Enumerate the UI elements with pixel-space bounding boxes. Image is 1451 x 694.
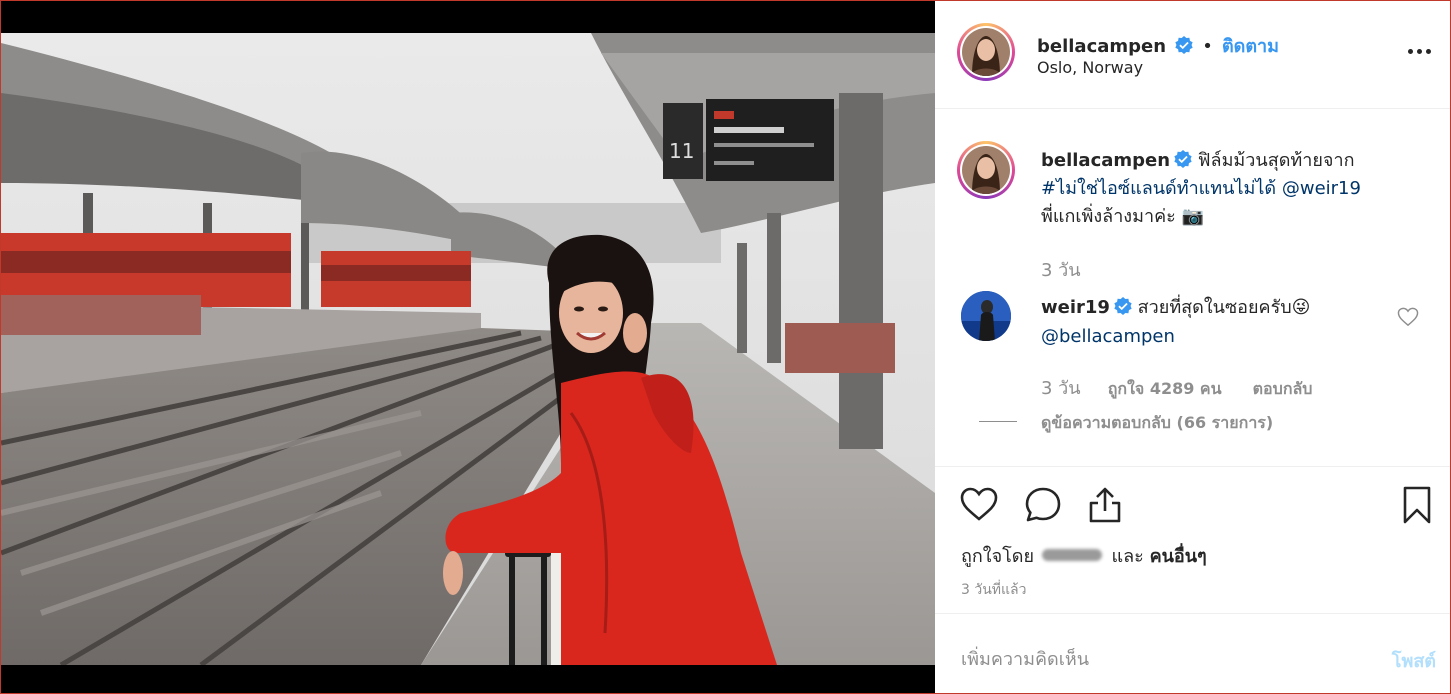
caption-author-avatar[interactable] [957,141,1015,199]
author-avatar-image [962,28,1010,76]
post-actions: ถูกใจโดย และ คนอื่นๆ 3 วันที่แล้ว [935,466,1450,614]
reply-text: สวยที่สุดในซอยครับ😜 [1137,297,1311,318]
post-photo[interactable]: 11 [1,33,935,665]
liked-by-and: และ [1111,546,1144,567]
add-comment-bar: โพสต์ [935,614,1450,693]
reply-timestamp[interactable]: 3 วัน [1041,378,1081,399]
post-comment-button[interactable]: โพสต์ [1392,646,1436,675]
heart-icon[interactable] [959,485,999,525]
view-replies-divider [979,421,1017,422]
view-replies-label[interactable]: ดูข้อความตอบกลับ (66 รายการ) [1041,413,1273,432]
post-caption: bellacampen ฟิล์มม้วนสุดท้ายจาก #ไม่ใช่ไ… [1041,147,1421,231]
caption-username[interactable]: bellacampen [1041,150,1170,171]
post-timestamp[interactable]: 3 วันที่แล้ว [961,579,1026,601]
verified-badge-icon [1114,297,1132,315]
comment-like-heart-icon[interactable] [1397,307,1419,327]
instagram-post-window: 11 bellacampen • ติดตาม Oslo, Norway bel… [0,0,1451,694]
post-location[interactable]: Oslo, Norway [1037,58,1143,77]
caption-text-end: พี่แกเพิ่งล้างมาค่ะ 📷 [1041,206,1204,227]
verified-badge-icon [1175,36,1193,54]
verified-badge-icon [1174,150,1192,168]
reply-like-count[interactable]: ถูกใจ 4289 คน [1108,379,1222,398]
comment-input[interactable] [961,644,1341,674]
liked-by-line: ถูกใจโดย และ คนอื่นๆ [961,541,1207,570]
caption-timestamp[interactable]: 3 วัน [1041,255,1081,284]
reply-author-avatar[interactable] [961,291,1011,341]
follow-button[interactable]: ติดตาม [1222,36,1279,57]
share-icon[interactable] [1085,485,1125,525]
liked-by-others[interactable]: คนอื่นๆ [1150,546,1207,567]
caption-hashtag[interactable]: #ไม่ใช่ไอซ์แลนด์ทำแทนไม่ได้ [1041,178,1276,199]
liked-by-user-blurred[interactable] [1040,545,1106,565]
svg-text:11: 11 [669,139,694,163]
reply-meta: 3 วัน ถูกใจ 4289 คน ตอบกลับ [1041,373,1338,402]
reply-username[interactable]: weir19 [1041,297,1110,318]
view-replies-button[interactable]: ดูข้อความตอบกลับ (66 รายการ) [979,411,1273,436]
author-username[interactable]: bellacampen [1037,36,1166,57]
liked-by-prefix: ถูกใจโดย [961,546,1035,567]
more-options-icon[interactable] [1408,49,1432,55]
header-title-line: bellacampen • ติดตาม [1037,31,1279,60]
reply-mention[interactable]: @bellacampen [1041,326,1175,347]
comments-section: bellacampen ฟิล์มม้วนสุดท้ายจาก #ไม่ใช่ไ… [935,109,1450,466]
post-sidebar: bellacampen • ติดตาม Oslo, Norway bellac… [935,1,1450,693]
train-station-photo: 11 [1,33,935,665]
bookmark-icon[interactable] [1397,485,1437,525]
comment-icon[interactable] [1023,485,1063,525]
separator-dot: • [1202,36,1213,57]
reply-avatar-image [961,291,1011,341]
reply-button[interactable]: ตอบกลับ [1253,379,1313,398]
caption-avatar-image [962,146,1010,194]
caption-mention[interactable]: @weir19 [1282,178,1361,199]
reply-comment: weir19 สวยที่สุดในซอยครับ😜 @bellacampen [1041,293,1371,351]
author-avatar[interactable] [957,23,1015,81]
caption-text: ฟิล์มม้วนสุดท้ายจาก [1197,150,1355,171]
photo-panel: 11 [1,1,935,693]
post-header: bellacampen • ติดตาม Oslo, Norway [935,1,1450,109]
